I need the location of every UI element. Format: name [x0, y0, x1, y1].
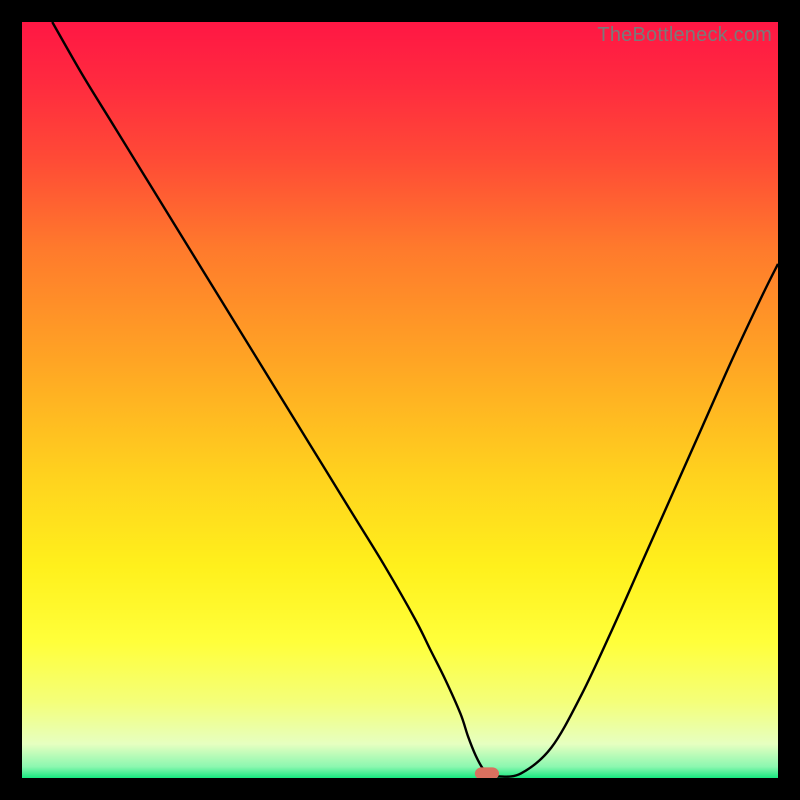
chart-background [22, 22, 778, 778]
bottleneck-chart [22, 22, 778, 778]
watermark-label: TheBottleneck.com [597, 24, 772, 47]
bottleneck-marker [475, 767, 499, 778]
chart-frame: TheBottleneck.com [22, 22, 778, 778]
